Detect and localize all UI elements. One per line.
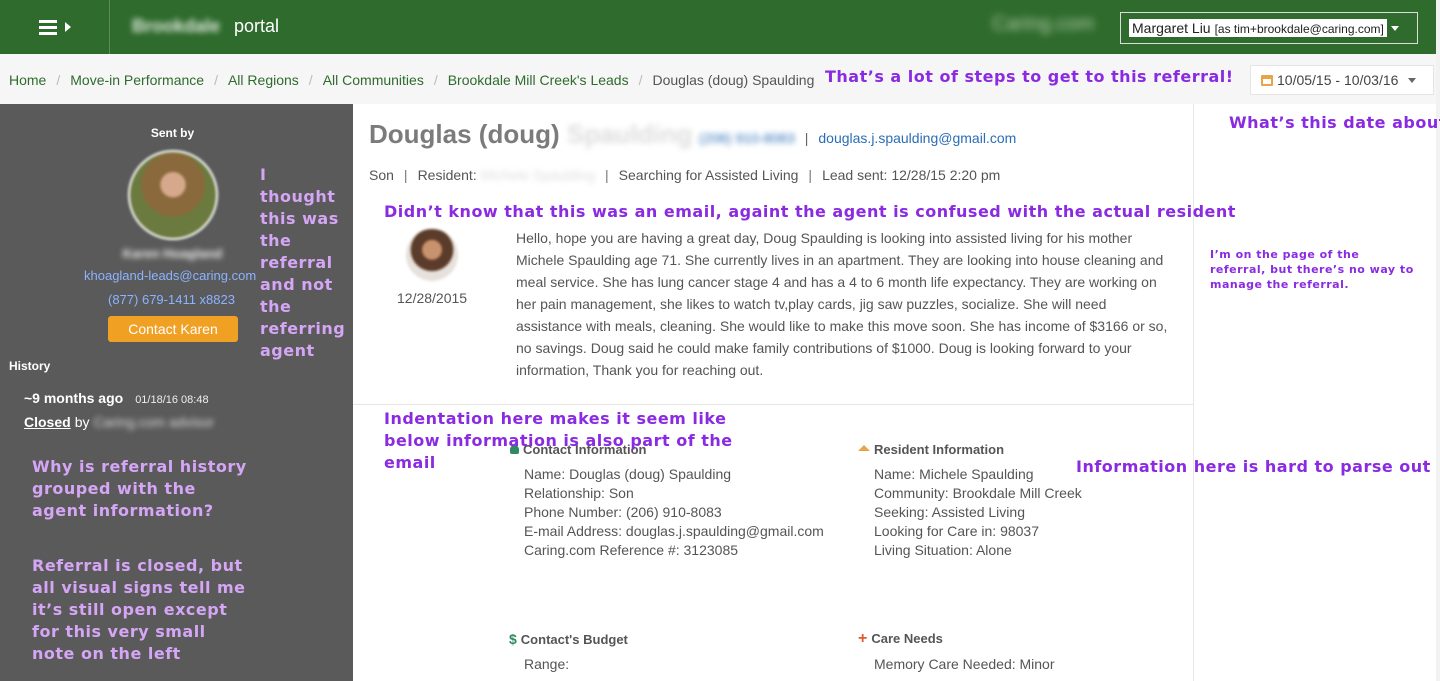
contact-info-line: Phone Number: (206) 910-8083 — [524, 504, 722, 520]
calendar-icon — [1261, 74, 1273, 86]
resident-info-line: Name: Michele Spaulding — [874, 466, 1034, 482]
separator: | — [403, 167, 408, 183]
resident-info-title: Resident Information — [874, 442, 1005, 457]
contact-info-line: Caring.com Reference #: 3123085 — [524, 542, 739, 558]
lead-sent-time: Lead sent: 12/28/15 2:20 pm — [822, 167, 1001, 183]
annotation-date: What’s this date about? — [1229, 113, 1440, 132]
lead-first-name: Douglas (doug) — [369, 119, 560, 149]
breadcrumb: Home / Move-in Performance / All Regions… — [9, 72, 814, 88]
annotation-thought-referral: I thought this was the referral and not … — [260, 165, 346, 360]
brand-name: Brookdale — [132, 16, 221, 36]
resident-info-line: Looking for Care in: 98037 — [874, 523, 1039, 539]
impersonation-label: [as tim+brookdale@caring.com] — [1214, 22, 1384, 36]
top-navbar: Brookdale portal Caring.com Margaret Liu… — [0, 0, 1436, 54]
resident-info-line: Community: Brookdale Mill Creek — [874, 485, 1082, 501]
contact-info-line: Relationship: Son — [524, 485, 634, 501]
breadcrumb-separator: / — [214, 72, 218, 88]
lead-contact: (206) 910-8083 | douglas.j.spaulding@gma… — [699, 130, 1016, 146]
resident-info-line: Seeking: Assisted Living — [874, 504, 1025, 520]
breadcrumb-current: Douglas (doug) Spaulding — [652, 72, 815, 88]
budget-line: Range: — [524, 656, 570, 672]
chevron-right-icon — [64, 22, 71, 32]
care-needs-list: Memory Care Needed: Minor — [874, 655, 1055, 674]
lead-resident: Resident: Michele Spaulding — [418, 167, 595, 183]
brand-suffix: portal — [234, 16, 280, 36]
annotation-indentation: Indentation here makes it seem like belo… — [384, 409, 733, 472]
message-date: 12/28/2015 — [397, 290, 468, 306]
contact-info-line: E-mail Address: douglas.j.spaulding@gmai… — [524, 523, 824, 539]
brand-logo[interactable]: Brookdale portal — [132, 16, 279, 37]
history-timestamp: 01/18/16 08:48 — [135, 394, 209, 406]
budget-title: Contact's Budget — [520, 631, 628, 647]
lead-meta: Son | Resident: Michele Spaulding | Sear… — [369, 167, 1000, 183]
lead-searching: Searching for Assisted Living — [618, 167, 799, 183]
message-avatar — [406, 229, 458, 281]
lead-relationship: Son — [369, 167, 394, 183]
sent-by-label: Sent by — [150, 126, 195, 140]
user-account-dropdown[interactable]: Margaret Liu [as tim+brookdale@caring.co… — [1120, 12, 1418, 44]
annotation-email-confusion: Didn’t know that this was an email, agai… — [384, 202, 1236, 221]
plus-icon: + — [858, 630, 868, 647]
separator: | — [808, 167, 813, 183]
history-by-label: by — [74, 414, 90, 430]
annotation-hard-parse: Information here is hard to parse out — [1076, 457, 1431, 476]
budget-heading: $ Contact's Budget — [509, 631, 628, 647]
history-by-name: Caring.com advisor — [93, 414, 215, 430]
section-divider — [353, 404, 1193, 405]
history-title: History — [9, 359, 51, 373]
breadcrumb-separator: / — [308, 72, 313, 88]
breadcrumb-community-leads[interactable]: Brookdale Mill Creek's Leads — [448, 72, 629, 88]
user-label: Margaret Liu [as tim+brookdale@caring.co… — [1129, 19, 1387, 37]
care-needs-title: Care Needs — [871, 631, 943, 646]
separator: | — [804, 130, 809, 146]
scrollbar[interactable] — [1436, 0, 1440, 681]
breadcrumb-all-regions[interactable]: All Regions — [228, 72, 299, 88]
breadcrumb-separator: / — [638, 72, 643, 88]
resident-info-list: Name: Michele Spaulding Community: Brook… — [874, 465, 1082, 560]
lead-resident-name: Michele Spaulding — [480, 167, 596, 183]
lead-email-link[interactable]: douglas.j.spaulding@gmail.com — [818, 130, 1016, 146]
history-entry-status: Closed by Caring.com advisor — [24, 414, 214, 430]
care-needs-heading: + Care Needs — [858, 630, 943, 647]
message-body: Hello, hope you are having a great day, … — [516, 230, 1168, 378]
dollar-icon: $ — [509, 631, 517, 647]
annotation-steps: That’s a lot of steps to get to this ref… — [825, 67, 1234, 86]
breadcrumb-separator: / — [56, 72, 61, 88]
referral-detail: Douglas (doug) Spaulding (206) 910-8083 … — [353, 104, 1193, 681]
separator: | — [605, 167, 609, 183]
lead-last-name: Spaulding — [566, 119, 693, 149]
date-range-picker[interactable]: 10/05/15 - 10/03/16 — [1250, 65, 1434, 95]
chevron-down-icon — [1390, 25, 1399, 31]
agent-email-link[interactable]: khoagland-leads@caring.com — [84, 268, 256, 283]
user-name: Margaret Liu — [1132, 20, 1211, 36]
agent-avatar — [128, 150, 218, 240]
budget-list: Range: — [524, 655, 569, 674]
lead-resident-label: Resident: — [417, 167, 477, 183]
contact-agent-button[interactable]: Contact Karen — [108, 316, 238, 342]
care-needs-line: Memory Care Needed: Minor — [874, 656, 1055, 672]
date-range-value: 10/05/15 - 10/03/16 — [1277, 72, 1399, 88]
home-icon — [858, 444, 870, 451]
breadcrumb-all-communities[interactable]: All Communities — [323, 72, 424, 88]
menu-toggle-button[interactable] — [0, 0, 110, 54]
history-status-closed: Closed — [24, 414, 71, 430]
breadcrumb-move-in-performance[interactable]: Move-in Performance — [70, 72, 204, 88]
menu-icon — [38, 19, 57, 35]
chevron-down-icon — [1408, 77, 1417, 83]
resident-info-line: Living Situation: Alone — [874, 542, 1012, 558]
partner-logo: Caring.com — [992, 13, 1095, 35]
breadcrumb-separator: / — [433, 72, 438, 88]
lead-phone-link[interactable]: (206) 910-8083 — [699, 130, 795, 146]
lead-name: Douglas (doug) Spaulding — [369, 119, 693, 150]
history-relative-time: ~9 months ago — [24, 390, 124, 406]
annotation-manage: I’m on the page of the referral, but the… — [1210, 248, 1414, 291]
right-column — [1193, 104, 1436, 681]
contact-info-list: Name: Douglas (doug) Spaulding Relations… — [524, 465, 824, 560]
annotation-closed-signs: Referral is closed, but all visual signs… — [32, 556, 246, 663]
history-entry-time: ~9 months ago 01/18/16 08:48 — [24, 390, 209, 406]
agent-phone: (877) 679-1411 x8823 — [108, 292, 235, 307]
breadcrumb-home[interactable]: Home — [9, 72, 46, 88]
resident-info-heading: Resident Information — [858, 442, 1004, 457]
annotation-history-grouped: Why is referral history grouped with the… — [32, 457, 247, 520]
